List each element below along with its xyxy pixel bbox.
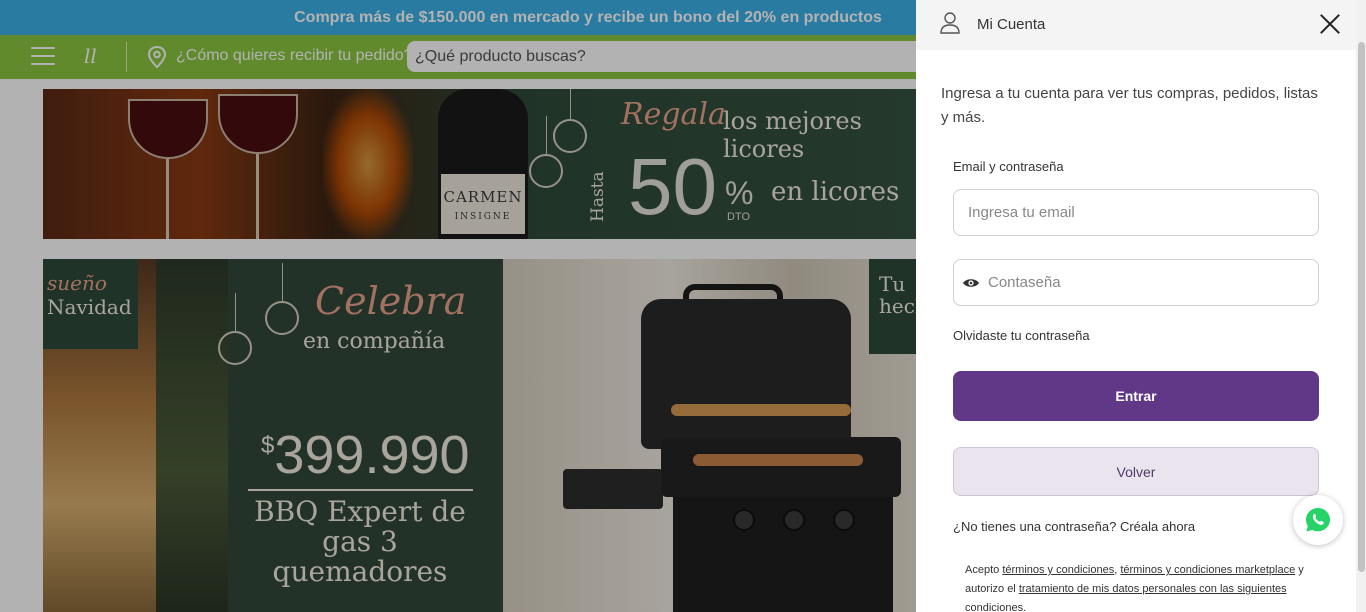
login-intro-text: Ingresa a tu cuenta para ver tus compras… (941, 85, 1318, 126)
user-icon (940, 12, 960, 34)
email-field[interactable] (953, 189, 1319, 236)
eye-icon[interactable] (962, 277, 980, 289)
signup-prompt: ¿No tienes una contraseña? Créala ahora (953, 519, 1196, 534)
back-button[interactable]: Volver (953, 447, 1319, 496)
background-page: Compra más de $150.000 en mercado y reci… (0, 0, 916, 612)
terms-link[interactable]: términos y condiciones (1002, 564, 1114, 576)
marketplace-terms-link[interactable]: términos y condiciones marketplace (1120, 564, 1295, 576)
credentials-label: Email y contraseña (953, 159, 1064, 174)
whatsapp-button[interactable] (1293, 495, 1343, 545)
forgot-password-link[interactable]: Olvidaste tu contraseña (953, 328, 1090, 343)
account-drawer: Mi Cuenta Ingresa a tu cuenta para ver t… (916, 0, 1366, 612)
drawer-header: Mi Cuenta (916, 0, 1366, 50)
email-input[interactable] (968, 204, 1304, 221)
login-button[interactable]: Entrar (953, 371, 1319, 421)
signup-link[interactable]: Créala ahora (1120, 519, 1195, 534)
modal-backdrop[interactable] (0, 0, 916, 612)
password-field[interactable] (953, 259, 1319, 306)
terms-text: Acepto términos y condiciones, términos … (965, 564, 1304, 612)
whatsapp-icon (1306, 508, 1330, 532)
password-input[interactable] (988, 274, 1304, 291)
close-icon[interactable] (1319, 13, 1341, 35)
drawer-title: Mi Cuenta (977, 16, 1046, 33)
scrollbar-thumb[interactable] (1358, 42, 1365, 572)
